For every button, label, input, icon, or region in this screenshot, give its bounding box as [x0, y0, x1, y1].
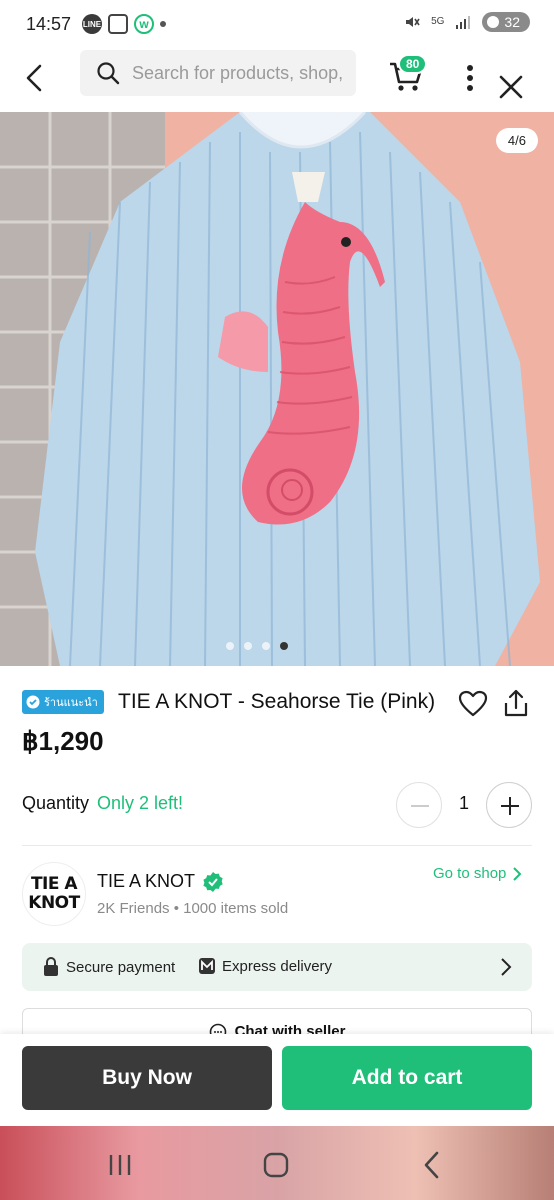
recents-icon [109, 1155, 131, 1175]
secure-payment-label: Secure payment [66, 958, 176, 976]
back-arrow-icon [26, 64, 42, 92]
status-right-icons: 5G 32 [403, 12, 530, 32]
express-icon [199, 958, 215, 974]
shop-logo-line2: KNOT [28, 893, 80, 913]
mute-icon [406, 17, 420, 27]
search-placeholder: Search for products, shop, [132, 62, 344, 83]
carousel-dot[interactable] [226, 642, 234, 650]
buy-now-button[interactable]: Buy Now [22, 1046, 272, 1110]
product-image-carousel[interactable]: 4/6 [0, 112, 554, 666]
go-to-shop-link[interactable]: Go to shop [433, 865, 522, 882]
shop-name[interactable]: TIE A KNOT [97, 871, 195, 892]
close-button[interactable] [498, 74, 524, 100]
image-counter: 4/6 [495, 128, 538, 153]
more-vertical-icon [467, 65, 473, 91]
carousel-dots [226, 642, 288, 650]
shop-logo-line1: TIE A [30, 874, 78, 894]
search-icon [97, 62, 120, 85]
status-bar: 14:57 LINE w 5G 32 [0, 0, 554, 48]
quantity-increase-button[interactable] [486, 782, 532, 828]
back-arrow-icon [424, 1151, 439, 1179]
minus-icon [411, 805, 429, 807]
heart-icon [458, 690, 488, 717]
express-delivery: Express delivery [198, 957, 332, 975]
payment-info-bar[interactable]: Secure payment Express delivery [22, 943, 532, 991]
dot-icon [160, 21, 166, 27]
quantity-decrease-button[interactable] [396, 782, 442, 828]
home-button[interactable] [256, 1150, 296, 1180]
carousel-dot-active[interactable] [280, 642, 288, 650]
go-to-shop-label: Go to shop [433, 865, 507, 882]
shop-stats: 2K Friends • 1000 items sold [97, 900, 289, 917]
stock-note: Only 2 left! [97, 793, 184, 813]
share-button[interactable] [503, 688, 529, 718]
lock-icon [44, 957, 58, 976]
network-type: 5G [431, 16, 445, 27]
home-icon [263, 1152, 289, 1178]
verified-icon [203, 872, 223, 892]
line-app-icon: LINE [82, 14, 102, 34]
share-icon [504, 689, 528, 717]
secure-payment: Secure payment [42, 957, 175, 977]
back-button[interactable] [24, 58, 56, 98]
quantity-value: 1 [458, 793, 469, 813]
signal-icon [456, 16, 471, 29]
section-divider [22, 845, 532, 846]
product-price: ฿1,290 [22, 726, 104, 756]
product-photo [0, 112, 554, 666]
wongnai-icon: w [134, 14, 154, 34]
screenshot-icon [108, 14, 128, 34]
bottom-action-bar: Buy Now Add to cart [0, 1034, 554, 1126]
close-icon [499, 75, 523, 99]
recommended-shop-badge: ร้านแนะนำ [22, 690, 104, 714]
status-notification-icons: LINE w [82, 14, 166, 34]
recents-button[interactable] [100, 1150, 140, 1180]
plus-icon [501, 797, 519, 815]
carousel-dot[interactable] [262, 642, 270, 650]
shop-logo[interactable]: TIE A KNOT [22, 862, 86, 926]
badge-text: ร้านแนะนำ [44, 697, 98, 709]
add-to-cart-button[interactable]: Add to cart [282, 1046, 532, 1110]
express-delivery-label: Express delivery [222, 957, 333, 975]
favorite-button[interactable] [458, 690, 488, 718]
battery-indicator: 32 [482, 12, 530, 32]
system-nav-bar [0, 1126, 554, 1200]
product-title: TIE A KNOT - Seahorse Tie (Pink) [118, 690, 436, 713]
badge-check-icon [26, 695, 40, 709]
chevron-right-icon [513, 866, 522, 881]
chevron-right-icon [501, 958, 512, 976]
top-header: Search for products, shop, 80 [0, 48, 554, 112]
status-time: 14:57 [26, 14, 72, 34]
carousel-dot[interactable] [244, 642, 252, 650]
cart-count-badge: 80 [398, 54, 428, 74]
more-options-button[interactable] [462, 64, 478, 92]
quantity-label: Quantity [22, 793, 90, 813]
system-back-button[interactable] [412, 1150, 452, 1180]
search-input[interactable]: Search for products, shop, [80, 50, 356, 96]
